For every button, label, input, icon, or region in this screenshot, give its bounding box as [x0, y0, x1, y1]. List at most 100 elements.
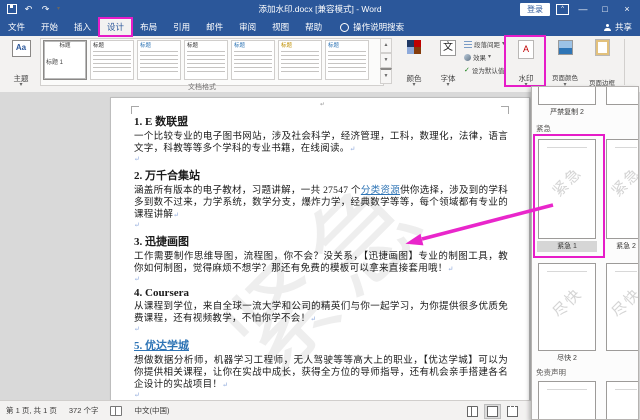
watermark-thumb-partial[interactable] — [606, 86, 639, 105]
tab-review[interactable]: 审阅 — [231, 18, 264, 36]
document-content: 1. E 数联盟 一个比较专业的电子图书网站，涉及社会科学，经济管理，工科，数理… — [134, 110, 508, 400]
title-bar: ↶ ↷ ▾ 添加水印.docx [兼容模式] - Word 登录 ^ — □ × — [0, 0, 640, 18]
close-button[interactable]: × — [619, 4, 635, 14]
doc-paragraph[interactable]: 想做数据分析师，机器学习工程师，无人驾驶等等高大上的职业，【优达学城】可以为你提… — [134, 355, 508, 391]
ribbon-display-options-icon[interactable]: ^ — [556, 4, 569, 15]
status-bar: 第 1 页, 共 1 页 372 个字 中文(中国) — [0, 400, 531, 420]
print-layout-button[interactable] — [484, 404, 501, 419]
doc-paragraph[interactable]: 从课程到学位，来自全球一流大学和公司的精英们与你一起学习，为你提供很多优质免费课… — [134, 301, 508, 325]
search-icon — [340, 23, 349, 32]
page-borders-button[interactable]: 页面边框 — [584, 38, 620, 90]
minimize-button[interactable]: — — [575, 4, 591, 14]
tell-me-search[interactable]: 操作说明搜索 — [340, 18, 404, 36]
effects-icon — [464, 54, 471, 61]
proofing-icon[interactable] — [110, 406, 122, 416]
style-card[interactable]: 标题 — [90, 40, 134, 80]
doc-heading[interactable]: 1. E 数联盟 — [134, 113, 508, 129]
tab-file[interactable]: 文件 — [0, 18, 33, 36]
style-card[interactable]: 标题 — [325, 40, 369, 80]
read-mode-button[interactable] — [464, 404, 481, 419]
style-card[interactable]: 标题 — [231, 40, 275, 80]
page-color-icon — [558, 40, 573, 55]
redo-icon[interactable]: ↷ — [40, 4, 51, 15]
watermark-highlight-box — [505, 36, 545, 86]
qat-caret-icon[interactable]: ▾ — [57, 7, 60, 12]
tab-home[interactable]: 开始 — [33, 18, 66, 36]
chevron-down-icon: ▾ — [19, 83, 22, 88]
tab-design[interactable]: 设计 — [99, 18, 132, 36]
style-card[interactable]: 标题 — [137, 40, 181, 80]
view-web-icon — [507, 406, 518, 417]
page-indicator[interactable]: 第 1 页, 共 1 页 — [6, 405, 57, 416]
doc-section-3: 3. 迅捷画图 工作需要制作思维导图，流程图，你不会？没关系，【迅捷画图】专业的… — [134, 233, 508, 284]
share-button[interactable]: 共享 — [604, 18, 640, 36]
web-layout-button[interactable] — [504, 404, 521, 419]
paragraph-spacing-button[interactable]: 段落间距 ▾ — [464, 39, 508, 49]
tab-layout[interactable]: 布局 — [132, 18, 165, 36]
watermark-gallery-panel: 严禁复制 2 紧急 紧急 紧急 紧急 1 紧急 2 尽快 尽快 尽快 2 免责声… — [531, 86, 639, 420]
panel-section-urgent: 紧急 — [536, 123, 551, 134]
undo-icon[interactable]: ↶ — [23, 4, 34, 15]
watermark-thumb-asap-2[interactable]: 尽快 — [538, 263, 596, 351]
style-card[interactable]: 标题 — [278, 40, 322, 80]
doc-section-4: 4. Coursera 从课程到学位，来自全球一流大学和公司的精英们与你一起学习… — [134, 287, 508, 334]
share-person-icon — [604, 24, 611, 31]
doc-heading[interactable]: 4. Coursera — [134, 287, 508, 299]
paragraph-spacing-icon — [464, 41, 472, 48]
tab-mailings[interactable]: 邮件 — [198, 18, 231, 36]
view-switcher — [464, 404, 521, 419]
save-icon[interactable] — [6, 4, 17, 15]
doc-paragraph[interactable]: 一个比较专业的电子图书网站，涉及社会科学，经济管理，工科，数理化，法律，语言文字… — [134, 131, 508, 155]
gallery-scroll: ▲ ▼ ▼ — [380, 38, 392, 82]
colors-icon — [407, 40, 421, 54]
doc-heading[interactable]: 3. 迅捷画图 — [134, 233, 508, 249]
watermark-thumb-urgent-2[interactable]: 紧急 — [606, 139, 639, 239]
hyperlink[interactable]: 分类资源 — [361, 186, 400, 196]
doc-section-2: 2. 万千合集站 涵盖所有版本的电子教材，习题讲解，一共 27547 个分类资源… — [134, 167, 508, 230]
watermark-thumb-label: 紧急 2 — [606, 241, 639, 252]
watermark-thumb-do-not-copy-2[interactable] — [538, 86, 596, 105]
doc-heading-link[interactable]: 5. 优达学城 — [134, 337, 508, 353]
tab-references[interactable]: 引用 — [165, 18, 198, 36]
language-indicator[interactable]: 中文(中国) — [134, 405, 169, 416]
set-default-check-icon: ✓ — [464, 66, 470, 74]
tab-help[interactable]: 帮助 — [297, 18, 330, 36]
themes-button[interactable]: Aa 主题 ▾ — [4, 38, 38, 90]
watermark-thumb-partial[interactable] — [538, 381, 596, 420]
sign-in-button[interactable]: 登录 — [520, 3, 550, 16]
page-borders-icon — [596, 40, 609, 55]
chevron-down-icon: ▾ — [446, 83, 449, 88]
quick-access-toolbar: ↶ ↷ ▾ — [0, 4, 60, 15]
watermark-thumb-label: 尽快 2 — [537, 353, 597, 364]
gallery-more-icon[interactable]: ▼ — [380, 68, 392, 84]
themes-icon: Aa — [12, 40, 31, 57]
fonts-icon: 文 — [440, 40, 456, 56]
set-default-button[interactable]: ✓ 设为默认值 — [464, 65, 508, 75]
watermark-thumb-label: 严禁复制 2 — [537, 107, 597, 118]
document-page[interactable]: 紧急 ↵ 1. E 数联盟 一个比较专业的电子图书网站，涉及社会科学，经济管理，… — [110, 97, 530, 400]
view-print-icon — [487, 406, 498, 417]
style-card[interactable]: 标题 — [184, 40, 228, 80]
fonts-button[interactable]: 文 字体 ▾ — [432, 38, 464, 90]
ribbon-design: Aa 主题 ▾ 标题 标题 1 标题 标题 标题 标题 标题 标题 ▲ ▼ ▼ … — [0, 36, 640, 93]
page-color-button[interactable]: 页面颜色 ▾ — [548, 38, 582, 90]
doc-paragraph[interactable]: 涵盖所有版本的电子教材，习题讲解，一共 27547 个分类资源供你选择，涉及到的… — [134, 185, 508, 221]
colors-button[interactable]: 颜色 ▾ — [398, 38, 430, 90]
doc-heading[interactable]: 2. 万千合集站 — [134, 167, 508, 183]
doc-section-5: 5. 优达学城 想做数据分析师，机器学习工程师，无人驾驶等等高大上的职业，【优达… — [134, 337, 508, 400]
doc-paragraph[interactable]: 工作需要制作思维导图，流程图，你不会？没关系，【迅捷画图】专业的制图工具，教你如… — [134, 251, 508, 275]
view-read-icon — [467, 406, 478, 417]
doc-section-1: 1. E 数联盟 一个比较专业的电子图书网站，涉及社会科学，经济管理，工科，数理… — [134, 113, 508, 164]
maximize-button[interactable]: □ — [597, 4, 613, 14]
tab-view[interactable]: 视图 — [264, 18, 297, 36]
tab-insert[interactable]: 插入 — [66, 18, 99, 36]
gallery-up-icon[interactable]: ▲ — [380, 38, 392, 53]
watermark-thumb-partial[interactable] — [606, 381, 639, 420]
effects-button[interactable]: 效果 ▾ — [464, 52, 508, 62]
ribbon-tabs: 文件 开始 插入 设计 布局 引用 邮件 审阅 视图 帮助 操作说明搜索 共享 — [0, 18, 640, 36]
gallery-down-icon[interactable]: ▼ — [380, 53, 392, 68]
watermark-thumb-partial[interactable]: 尽快 — [606, 263, 639, 351]
style-card-current[interactable]: 标题 标题 1 — [43, 40, 87, 80]
word-count[interactable]: 372 个字 — [69, 405, 99, 416]
group-label-document-formatting: 文档格式 — [188, 82, 216, 92]
